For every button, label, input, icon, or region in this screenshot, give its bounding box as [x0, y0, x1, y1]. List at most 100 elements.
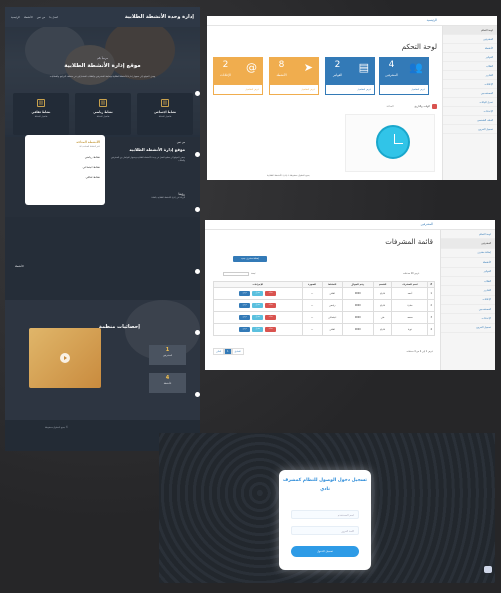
site-brand[interactable]: إدارة وحدة الأنشطة الطلابية — [125, 14, 194, 20]
row-action-button[interactable]: حذف — [265, 327, 277, 332]
about-text: يسعى الموقع إلى تنظيم العمل في وحدة الأن… — [110, 157, 185, 162]
sidebar-item[interactable]: المستخدمين — [443, 89, 497, 98]
activity-cards: ▥ نشاط ثقافي تفاصيل النشاط ▥ نشاط رياضي تفاص… — [13, 93, 193, 135]
sidebar-item[interactable]: الأنشطة — [443, 44, 497, 53]
sidebar-item[interactable]: الفواتير — [441, 268, 495, 277]
stat-tile[interactable]: 8 الأنشطة ➤ عرض التفاصيل — [269, 57, 319, 95]
search-input[interactable] — [223, 272, 249, 276]
card-title: نشاط اجتماعي — [153, 110, 177, 114]
chat-icon[interactable] — [195, 152, 200, 157]
stat-tile[interactable]: 2 الفواتير ▤ عرض التفاصيل — [325, 57, 375, 95]
stat-tile[interactable]: 4 المشرفين 👥 عرض التفاصيل — [379, 57, 429, 95]
activity-card[interactable]: ▥ نشاط رياضي تفاصيل النشاط — [75, 93, 131, 135]
page-button[interactable]: 1 — [224, 348, 232, 355]
sidebar-item[interactable]: الإعدادات — [441, 314, 495, 324]
row-action-button[interactable]: عرض — [239, 303, 251, 308]
sidebar-item[interactable]: لوحة التحكم — [443, 26, 497, 35]
sidebar-item[interactable]: الطلاب — [441, 277, 495, 287]
actions-cell: عرض تعديل حذف — [213, 323, 303, 336]
nav-link[interactable]: من نحن — [37, 16, 46, 19]
list-item[interactable]: نشاط ثقافي — [30, 175, 100, 179]
sidebar-item[interactable]: الإعلانات — [441, 296, 495, 305]
list-item[interactable]: نشاط رياضي — [30, 155, 100, 159]
row-action-button[interactable]: تعديل — [252, 327, 264, 332]
admin-topbar: المشرفين — [205, 220, 495, 230]
sidebar-item[interactable]: الأنشطة — [441, 258, 495, 268]
chat-icon[interactable] — [195, 207, 200, 212]
login-button[interactable]: تسجيل الدخول — [291, 546, 359, 557]
breadcrumb[interactable]: المشرفين — [421, 222, 433, 227]
next-button[interactable]: التالي — [213, 348, 225, 355]
breadcrumb[interactable]: الرئيسية — [427, 18, 437, 23]
tile-name: المشرفين — [385, 73, 398, 77]
sidebar-item[interactable]: إضافة مشرف — [441, 249, 495, 259]
members-table: الإجراءات الصورة النشاط رقم الجوال القسم اسم … — [213, 281, 435, 336]
table-row: عرض تعديل حذف — رياضي 0000 اداري سارة 2 — [213, 299, 435, 312]
table-cell: اداري — [372, 323, 393, 336]
username-input[interactable]: اسم المستخدم — [291, 510, 359, 519]
page-title: لوحة التحكم — [401, 43, 437, 51]
chat-icon[interactable] — [484, 566, 492, 573]
row-action-button[interactable]: تعديل — [252, 303, 264, 308]
tile-link[interactable]: عرض التفاصيل — [325, 84, 375, 95]
stat-tile[interactable]: 2 الإعلانات @ عرض التفاصيل — [213, 57, 263, 95]
sidebar-item[interactable]: تسجيل الخروج — [443, 125, 497, 134]
table-cell: 0000 — [341, 311, 374, 324]
video-thumbnail[interactable] — [29, 328, 101, 388]
sidebar-item[interactable]: التقارير — [443, 71, 497, 80]
nav-link[interactable]: الرئيسية — [11, 16, 20, 19]
sidebar-item[interactable]: تعديل البيانات — [443, 98, 497, 107]
row-action-button[interactable]: حذف — [265, 291, 277, 296]
sidebar-item[interactable]: التقارير — [441, 286, 495, 296]
row-action-button[interactable]: حذف — [265, 315, 277, 320]
add-member-button[interactable]: إضافة مشرف جديد — [233, 256, 267, 262]
row-action-button[interactable]: عرض — [239, 291, 251, 296]
activity-card[interactable]: ▥ نشاط اجتماعي تفاصيل النشاط — [137, 93, 193, 135]
row-action-button[interactable]: عرض — [239, 315, 251, 320]
sidebar-item[interactable]: الإعدادات — [443, 107, 497, 116]
chat-icon[interactable] — [195, 269, 200, 274]
tile-link[interactable]: عرض التفاصيل — [213, 84, 263, 95]
table-cell: ثقافي — [321, 287, 343, 300]
row-action-button[interactable]: عرض — [239, 327, 251, 332]
show-entries[interactable]: عرض 10 مدخلات — [403, 272, 419, 275]
tile-link[interactable]: عرض التفاصيل — [269, 84, 319, 95]
sidebar-item[interactable]: الفواتير — [443, 53, 497, 62]
hero-title: موقع إدارة الأنشطة الطلابية — [64, 63, 141, 69]
nav-link[interactable]: اتصل بنا — [49, 16, 58, 19]
sidebar-item[interactable]: تسجيل الخروج — [441, 324, 495, 334]
sidebar-item[interactable]: الإعلانات — [443, 80, 497, 89]
table-cell: 4 — [427, 323, 435, 336]
nav-link[interactable]: الأنشطة — [24, 16, 33, 19]
sidebar-item[interactable]: المشرفين — [443, 35, 497, 44]
row-action-button[interactable]: تعديل — [252, 291, 264, 296]
row-action-button[interactable]: حذف — [265, 303, 277, 308]
stats-section: إحصائيات منظمة 1 المشرفين 4 الأنشطة — [5, 300, 200, 420]
card-desc: تفاصيل النشاط — [34, 116, 48, 118]
table-cell: محمد — [391, 311, 429, 324]
stat-box: 4 الأنشطة — [149, 373, 186, 393]
play-icon[interactable] — [60, 353, 70, 363]
sidebar-item[interactable]: المشرفين — [441, 239, 495, 249]
tile-count: 2 — [334, 60, 341, 70]
sidebar-item[interactable]: الملف الشخصي — [443, 116, 497, 125]
chat-icon[interactable] — [195, 330, 200, 335]
activities-list-card: الأنشطة المتاحة اختر النشاط المناسب لك ن… — [25, 135, 105, 205]
sidebar-item[interactable]: الطلاب — [443, 62, 497, 71]
prev-button[interactable]: السابق — [231, 348, 244, 355]
chat-icon[interactable] — [195, 392, 200, 397]
password-input[interactable]: كلمة المرور — [291, 526, 359, 535]
row-action-button[interactable]: تعديل — [252, 315, 264, 320]
activity-card[interactable]: ▥ نشاط ثقافي تفاصيل النشاط — [13, 93, 69, 135]
sidebar-item[interactable]: لوحة التحكم — [441, 230, 495, 240]
list-item[interactable]: نشاط اجتماعي — [30, 165, 100, 169]
actions-cell: عرض تعديل حذف — [213, 311, 303, 324]
list-heading: الأنشطة المتاحة — [76, 140, 100, 144]
tile-link[interactable]: عرض التفاصيل — [379, 84, 429, 95]
stats-heading: إحصائيات منظمة — [98, 324, 140, 330]
chat-icon[interactable] — [195, 91, 200, 96]
clock-widget — [345, 114, 435, 172]
table-row: عرض تعديل حذف — ثقافي 0000 اداري أحمد 1 — [213, 287, 435, 300]
sidebar-item[interactable]: المستخدمين — [441, 305, 495, 315]
send-icon: ➤ — [303, 61, 313, 74]
